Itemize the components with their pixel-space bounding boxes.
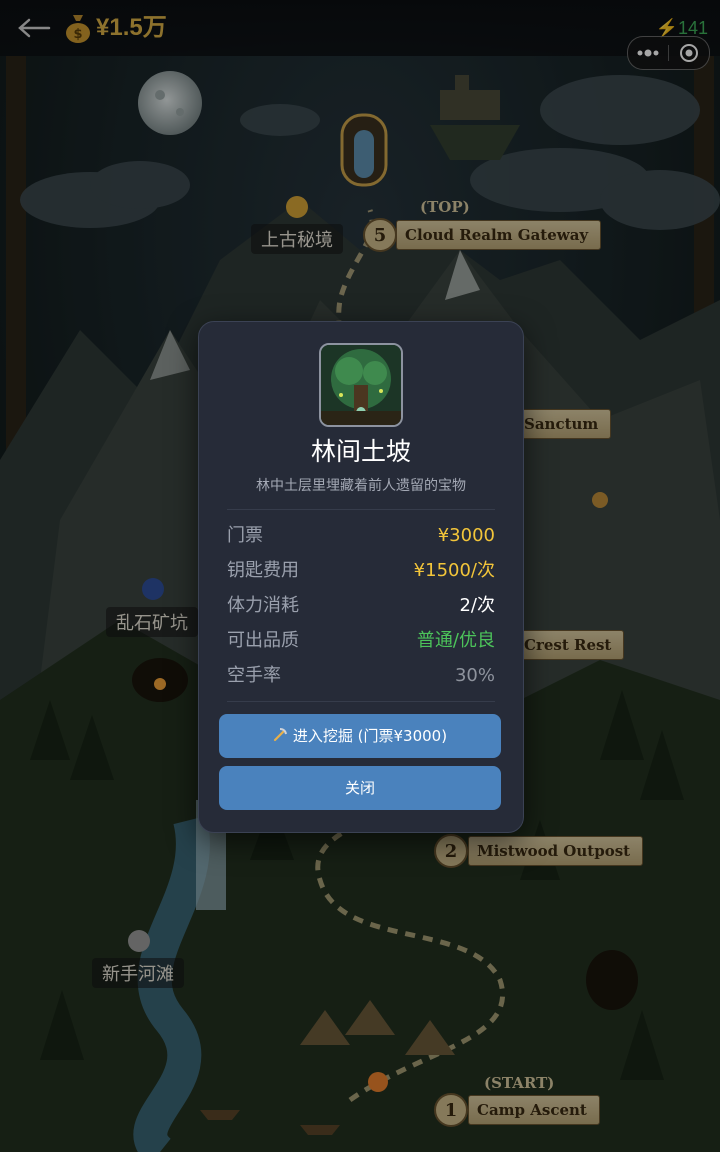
dig-site-dialog: 林间土坡 林中土层里埋藏着前人遗留的宝物 门票 ¥3000 钥匙费用 ¥1500… bbox=[198, 321, 524, 833]
close-button[interactable]: 关闭 bbox=[219, 766, 501, 810]
enter-dig-label: 进入挖掘 (门票¥3000) bbox=[292, 727, 448, 745]
stat-label: 钥匙费用 bbox=[227, 560, 299, 581]
enter-dig-button[interactable]: 进入挖掘 (门票¥3000) bbox=[219, 714, 501, 758]
stat-label: 可出品质 bbox=[227, 630, 299, 651]
stat-value: 2/次 bbox=[459, 595, 495, 616]
stat-value: ¥1500/次 bbox=[413, 560, 495, 581]
divider-bottom bbox=[227, 701, 495, 702]
stat-row-quality: 可出品质 普通/优良 bbox=[227, 626, 495, 656]
dig-site-thumbnail bbox=[319, 343, 403, 427]
pickaxe-icon bbox=[273, 714, 287, 758]
stat-value: 30% bbox=[454, 665, 495, 686]
divider-top bbox=[227, 509, 495, 510]
stat-value: 普通/优良 bbox=[416, 630, 495, 651]
dialog-title: 林间土坡 bbox=[310, 437, 411, 466]
stat-row-ticket: 门票 ¥3000 bbox=[227, 521, 495, 551]
stat-label: 体力消耗 bbox=[227, 595, 299, 616]
stat-row-key-cost: 钥匙费用 ¥1500/次 bbox=[227, 556, 495, 586]
stat-row-empty-rate: 空手率 30% bbox=[227, 661, 495, 691]
stat-value: ¥3000 bbox=[437, 525, 495, 546]
dialog-description: 林中土层里埋藏着前人遗留的宝物 bbox=[256, 478, 466, 494]
stat-label: 门票 bbox=[227, 525, 263, 546]
stat-label: 空手率 bbox=[227, 665, 281, 686]
stat-row-energy-cost: 体力消耗 2/次 bbox=[227, 591, 495, 621]
